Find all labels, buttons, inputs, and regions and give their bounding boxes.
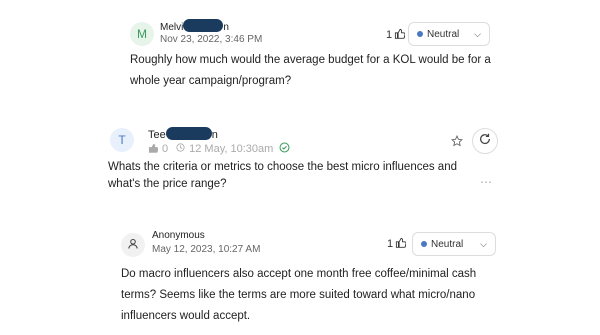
redaction-bar [165,127,212,140]
comment-text: Do macro influencers also accept one mon… [121,268,477,322]
clock-icon [176,143,185,155]
chevron-down-icon: ⌵ [474,28,481,39]
timestamp: Nov 23, 2022, 3:46 PM [160,34,263,45]
author-name: Tee n [148,127,218,141]
comment-text: Roughly how much would the average budge… [130,54,491,87]
refresh-button[interactable] [472,128,498,154]
check-circle-icon [279,142,290,156]
sentiment-select[interactable]: Neutral ⌵ [412,232,496,256]
thumbs-up-icon[interactable] [148,143,159,156]
refresh-icon [478,132,492,151]
avatar [121,233,145,257]
sentiment-select[interactable]: Neutral ⌵ [408,22,490,46]
avatar: T [110,128,134,152]
status-dot [421,241,427,247]
user-icon [127,238,139,253]
timestamp: 12 May, 10:30am [189,143,274,155]
more-options-icon[interactable]: ⋯ [478,175,494,189]
avatar: M [130,22,154,46]
like-button[interactable]: 1 [386,28,406,42]
thumbs-up-icon [395,237,407,251]
thumbs-up-icon [394,28,406,42]
redaction-bar [183,19,224,32]
like-button[interactable]: 1 [387,237,407,251]
chevron-down-icon: ⌵ [480,238,487,249]
comment-meta: 0 12 May, 10:30am [148,142,290,156]
author-name: Anonymous [152,230,205,241]
comment-text: Whats the criteria or metrics to choose … [108,161,457,190]
star-icon[interactable] [450,134,464,148]
status-dot [417,31,423,37]
timestamp: May 12, 2023, 10:27 AM [152,244,261,255]
author-name: Melvi n [160,19,229,33]
like-count: 0 [162,143,169,155]
